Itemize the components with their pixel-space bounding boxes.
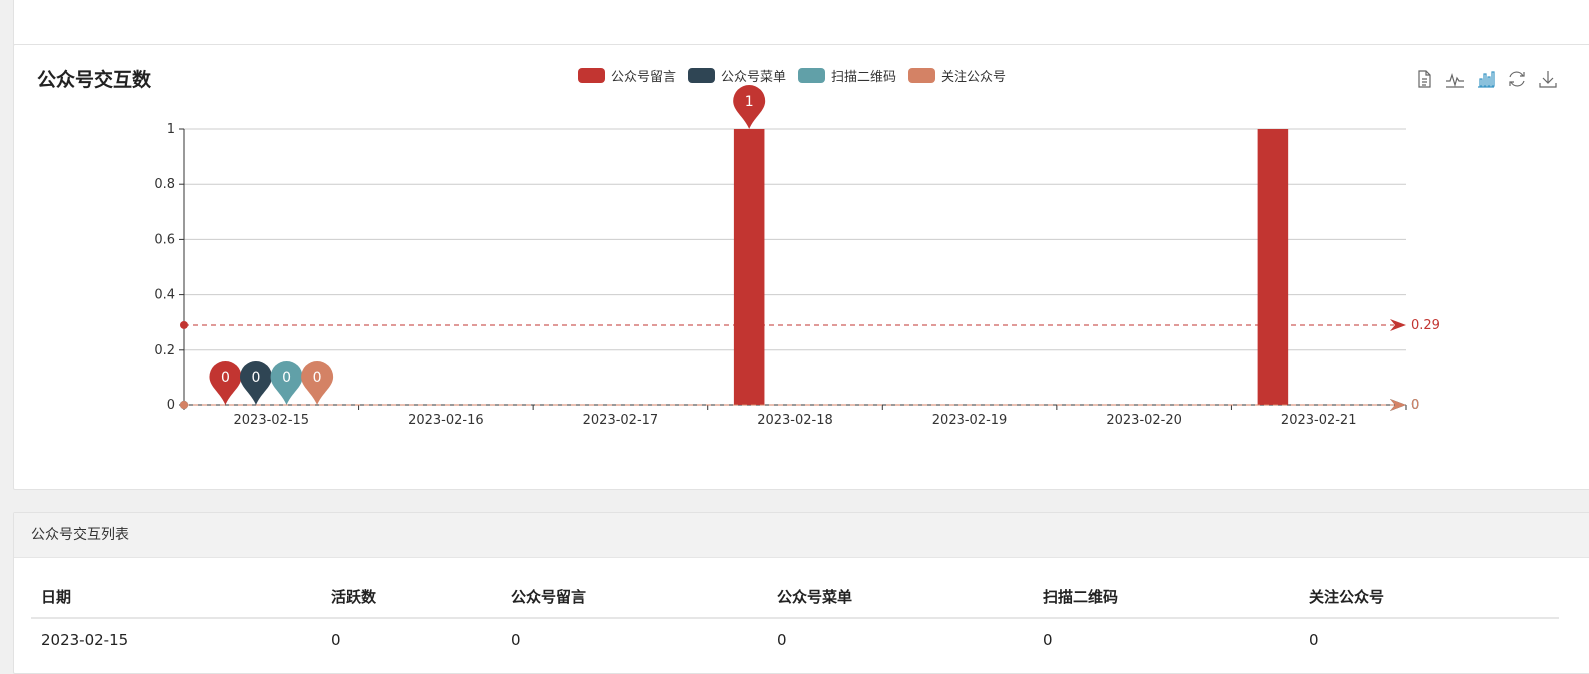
x-tick-label: 2023-02-17 bbox=[583, 413, 659, 428]
table-title: 公众号交互列表 bbox=[14, 513, 1589, 558]
y-tick-label: 0.4 bbox=[154, 288, 175, 303]
table-header-row: 日期 活跃数 公众号留言 公众号菜单 扫描二维码 关注公众号 bbox=[31, 575, 1559, 619]
column-header-qrcode[interactable]: 扫描二维码 bbox=[1033, 575, 1299, 619]
x-tick-label: 2023-02-19 bbox=[932, 413, 1008, 428]
cell-messages: 0 bbox=[511, 631, 521, 649]
column-header-follow[interactable]: 关注公众号 bbox=[1299, 575, 1559, 619]
interaction-table: 日期 活跃数 公众号留言 公众号菜单 扫描二维码 关注公众号 2023-02-1… bbox=[31, 575, 1559, 661]
cell-qrcode: 0 bbox=[1043, 631, 1053, 649]
average-line-start-dot bbox=[180, 320, 188, 329]
y-tick-label: 0.6 bbox=[154, 232, 175, 247]
column-header-active[interactable]: 活跃数 bbox=[321, 575, 501, 619]
cell-menu: 0 bbox=[777, 631, 787, 649]
average-line-label: 0.29 bbox=[1411, 318, 1440, 333]
table-card: 公众号交互列表 日期 活跃数 公众号留言 公众号菜单 扫描二维码 关注公众号 2… bbox=[13, 512, 1589, 674]
column-header-menu[interactable]: 公众号菜单 bbox=[767, 575, 1033, 619]
average-line-label: 0 bbox=[1411, 398, 1419, 413]
chart-card: 公众号交互数 公众号留言 公众号菜单 扫描二维码 关注公众号 0 0.2 0.4… bbox=[13, 44, 1589, 490]
top-card bbox=[13, 0, 1589, 46]
x-tick-label: 2023-02-15 bbox=[234, 413, 310, 428]
y-tick-label: 0 bbox=[167, 398, 175, 413]
x-tick-label: 2023-02-21 bbox=[1281, 413, 1357, 428]
cell-follow: 0 bbox=[1309, 631, 1319, 649]
cell-date: 2023-02-15 bbox=[41, 631, 129, 649]
marker-pin-label: 0 bbox=[221, 370, 230, 386]
x-tick-label: 2023-02-18 bbox=[757, 413, 833, 428]
marker-pin-label: 1 bbox=[745, 94, 754, 110]
y-tick-label: 0.2 bbox=[154, 343, 175, 358]
cell-active: 0 bbox=[331, 631, 341, 649]
column-header-date[interactable]: 日期 bbox=[31, 575, 321, 619]
marker-pin-label: 0 bbox=[282, 370, 291, 386]
bar bbox=[733, 129, 765, 405]
table-row: 2023-02-15 0 0 0 0 0 bbox=[31, 618, 1559, 661]
y-tick-label: 1 bbox=[167, 122, 175, 137]
column-header-messages[interactable]: 公众号留言 bbox=[501, 575, 767, 619]
x-tick-label: 2023-02-20 bbox=[1106, 413, 1182, 428]
marker-pin-label: 0 bbox=[313, 370, 322, 386]
y-tick-label: 0.8 bbox=[154, 177, 175, 192]
x-tick-label: 2023-02-16 bbox=[408, 413, 484, 428]
average-line-start-dot bbox=[180, 401, 188, 409]
marker-pin-label: 0 bbox=[252, 370, 261, 386]
bar-chart: 0 0.2 0.4 0.6 0.8 1 2023-02-15 2023-02-16 2023-0… bbox=[154, 85, 1440, 428]
bar bbox=[1257, 129, 1289, 405]
